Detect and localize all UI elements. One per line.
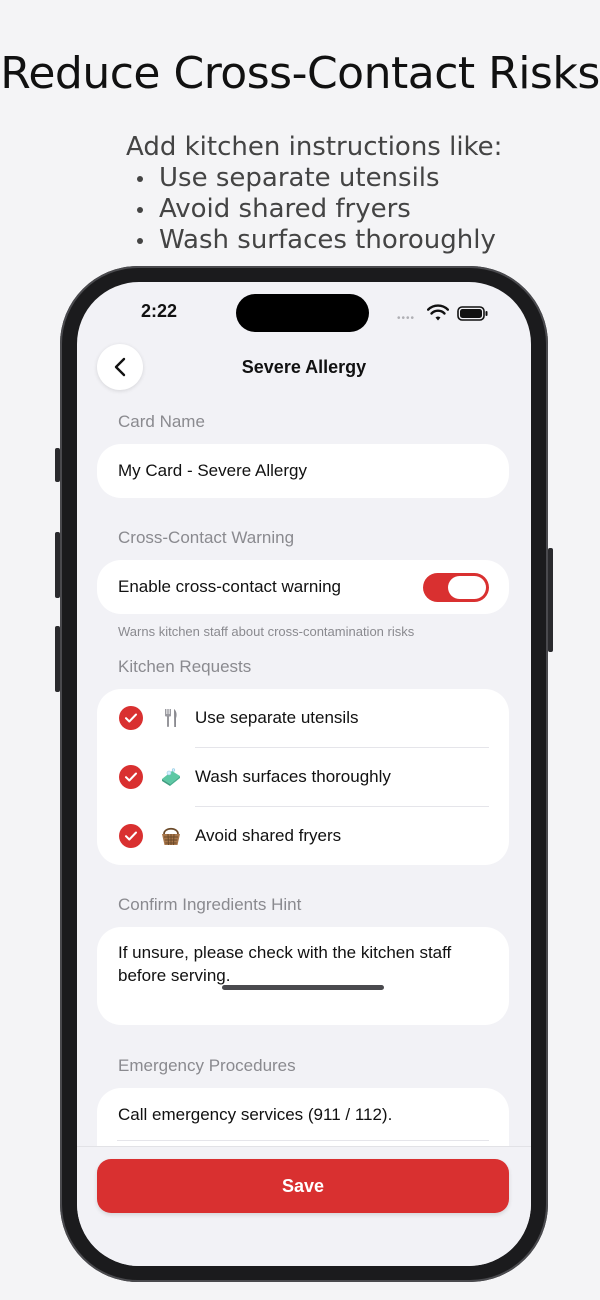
promo-instructions: Add kitchen instructions like: Use separ…	[126, 132, 502, 256]
toggle-knob	[448, 576, 486, 599]
home-indicator[interactable]	[222, 985, 384, 990]
volume-down-button	[55, 626, 60, 692]
save-button[interactable]: Save	[97, 1159, 509, 1213]
card-name-label: Card Name	[118, 412, 205, 431]
kitchen-request-item[interactable]: Avoid shared fryers	[97, 807, 509, 866]
kitchen-request-label: Avoid shared fryers	[195, 826, 342, 845]
kitchen-requests-label: Kitchen Requests	[118, 657, 252, 676]
battery-icon	[457, 306, 488, 321]
phone-screen: 2:22 •••• Severe Allergy Card Name My Ca…	[77, 282, 531, 1266]
bottom-action-bar: Save	[77, 1146, 531, 1266]
volume-up-button	[55, 532, 60, 598]
kitchen-request-label: Wash surfaces thoroughly	[195, 767, 391, 786]
instructions-lead: Add kitchen instructions like:	[126, 132, 503, 162]
row-divider	[117, 1140, 489, 1141]
confirm-hint-value: If unsure, please check with the kitchen…	[118, 943, 452, 985]
cross-contact-toggle-label: Enable cross-contact warning	[118, 577, 342, 596]
nav-title: Severe Allergy	[241, 357, 367, 377]
emergency-label: Emergency Procedures	[118, 1056, 296, 1075]
basket-icon	[162, 827, 180, 846]
signal-icon: ••••	[397, 313, 416, 324]
emergency-value: Call emergency services (911 / 112).	[118, 1105, 393, 1124]
checkmark-icon[interactable]	[119, 706, 143, 730]
emergency-textarea[interactable]: Call emergency services (911 / 112).	[97, 1088, 509, 1146]
power-button	[548, 548, 553, 652]
settings-scroll-area[interactable]: 2:22 •••• Severe Allergy Card Name My Ca…	[77, 282, 531, 1146]
cross-contact-hint: Warns kitchen staff about cross-contamin…	[118, 624, 415, 639]
instructions-list: Use separate utensils Avoid shared fryer…	[126, 163, 502, 256]
card-name-field[interactable]: My Card - Severe Allergy	[97, 444, 509, 498]
kitchen-request-label: Use separate utensils	[195, 708, 359, 727]
kitchen-requests-list: Use separate utensils Wash surfaces thor…	[97, 689, 509, 865]
promo-headline: Reduce Cross-Contact Risks	[0, 48, 600, 99]
instructions-item: Wash surfaces thoroughly	[126, 225, 502, 256]
dynamic-island	[236, 294, 369, 332]
checkmark-icon[interactable]	[119, 824, 143, 848]
wifi-icon	[427, 304, 449, 321]
cross-contact-label: Cross-Contact Warning	[118, 528, 295, 547]
status-indicators: ••••	[397, 304, 489, 324]
checkmark-icon[interactable]	[119, 765, 143, 789]
confirm-hint-label: Confirm Ingredients Hint	[118, 895, 302, 914]
kitchen-request-item[interactable]: Use separate utensils	[97, 689, 509, 748]
instructions-item: Avoid shared fryers	[126, 194, 502, 225]
cross-contact-toggle[interactable]	[423, 573, 489, 602]
soap-icon	[162, 768, 180, 786]
promo-page: Reduce Cross-Contact Risks Add kitchen i…	[0, 0, 600, 1300]
card-name-value: My Card - Severe Allergy	[118, 461, 307, 480]
fork-knife-icon	[165, 709, 177, 727]
confirm-hint-textarea[interactable]: If unsure, please check with the kitchen…	[97, 927, 509, 1025]
instructions-item: Use separate utensils	[126, 163, 502, 194]
action-button	[55, 448, 60, 482]
cross-contact-row: Enable cross-contact warning	[97, 560, 509, 614]
kitchen-request-item[interactable]: Wash surfaces thoroughly	[97, 748, 509, 807]
status-time: 2:22	[141, 301, 178, 321]
